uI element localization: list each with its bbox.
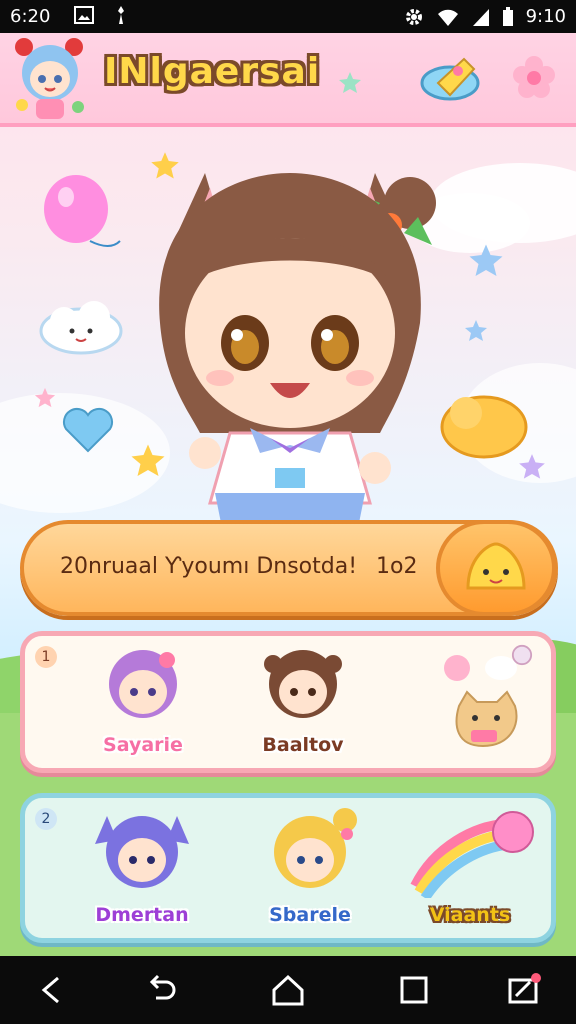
star-icon [34,387,56,408]
wifi-icon [437,9,458,26]
flower-icon[interactable] [512,55,556,99]
system-nav-bar [0,956,576,1024]
mascot-button[interactable] [436,520,556,616]
card-badge: 1 [35,646,57,668]
gallery-icon [74,6,94,24]
game-scene: INlgaersai 20nruaal Ƴyoumı Dnsotda! 1o2 … [0,33,576,956]
chibi-cat-girl-icon[interactable] [120,133,460,553]
character-card-2: 2 Dmertan Sbarele Viaants [20,793,556,943]
battery-icon [502,6,513,26]
banner-text: 20nruaal Ƴyoumı Dnsotda! [60,554,358,579]
card-badge: 2 [35,808,57,830]
star-icon [469,244,503,276]
status-bar: 6:20 9:10 [0,0,576,33]
character-slot[interactable]: Dmertan [77,806,207,932]
cloud-face-icon [39,301,123,355]
edit-icon[interactable] [504,972,544,1008]
character-name: Sayarie [103,734,183,756]
heart-icon [63,408,113,453]
gear-icon [405,8,422,25]
back-icon[interactable] [32,972,72,1008]
character-card-1: 1 Sayarie Baaltov [20,631,556,773]
app-header: INlgaersai [0,33,576,127]
purple-hair-girl-icon [109,650,177,718]
daily-bonus-banner[interactable]: 20nruaal Ƴyoumı Dnsotda! 1o2 [20,520,558,616]
character-name: Baaltov [262,734,344,756]
character-slot[interactable]: Viaants [405,806,535,932]
balloon-icon [44,175,121,247]
character-name: Sbarele [269,904,351,926]
app-title: INlgaersai [104,51,321,92]
status-time-left: 6:20 [10,6,51,27]
status-time-right: 9:10 [525,6,566,27]
star-icon [465,320,487,341]
character-name: Dmertan [95,904,189,926]
home-icon[interactable] [268,972,308,1008]
blonde-girl-icon [274,808,357,888]
chibi-girl-avatar-icon[interactable] [10,35,90,121]
undo-icon[interactable] [142,972,182,1008]
star-icon [511,644,533,666]
character-name: Viaants [429,904,511,926]
banner-count: 1o2 [376,554,418,579]
sun-blob-mascot-icon [466,542,526,590]
blue-cat-girl-icon [95,816,189,888]
signal-icon [472,8,489,26]
rocket-icon[interactable] [418,49,484,105]
rainbow-comet-icon [410,811,534,901]
star-icon [339,72,361,93]
brown-hair-girl-icon [264,650,342,718]
recents-icon[interactable] [394,972,434,1008]
wand-icon [118,6,124,24]
character-slot[interactable]: Baaltov [243,646,363,764]
character-slot[interactable]: Sayarie [83,646,203,764]
character-slot[interactable]: Sbarele [245,806,375,932]
